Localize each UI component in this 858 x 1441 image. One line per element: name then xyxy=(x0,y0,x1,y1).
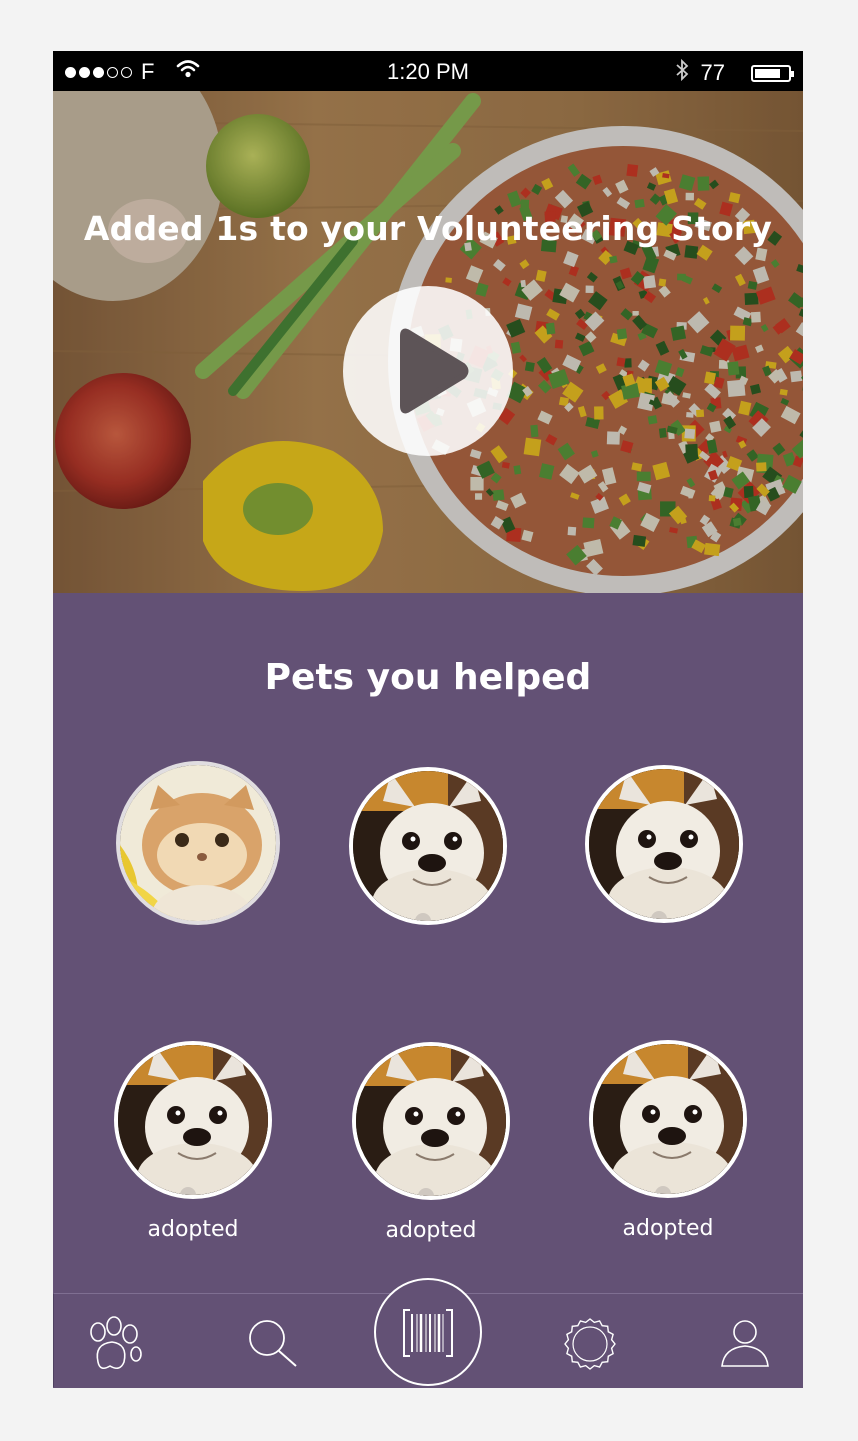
pet-card[interactable]: adopted xyxy=(588,1040,748,1241)
pet-status: adopted xyxy=(385,1218,477,1243)
tab-pets[interactable] xyxy=(84,1314,144,1374)
pets-grid: adopted adopted adopted xyxy=(53,51,803,1291)
search-icon xyxy=(249,1320,297,1367)
pet-card[interactable] xyxy=(584,765,744,941)
pet-status: adopted xyxy=(622,1216,714,1241)
phone-screen: F 1:20 PM 77 Added 1s to your Volunteeri… xyxy=(53,51,803,1388)
paw-icon xyxy=(90,1316,142,1370)
pet-avatar[interactable] xyxy=(352,1042,510,1200)
profile-icon xyxy=(721,1320,769,1367)
tab-profile[interactable] xyxy=(716,1314,776,1374)
tab-search[interactable] xyxy=(242,1314,302,1374)
barcode-scan-icon xyxy=(403,1309,453,1357)
pet-status: adopted xyxy=(147,1217,239,1242)
pet-avatar[interactable] xyxy=(349,767,507,925)
pet-avatar[interactable] xyxy=(114,1041,272,1199)
pet-avatar[interactable] xyxy=(585,765,743,923)
tab-bar xyxy=(53,1278,803,1387)
pet-card[interactable]: adopted xyxy=(113,1041,273,1242)
pet-card[interactable] xyxy=(348,767,508,943)
pet-card[interactable] xyxy=(116,761,280,943)
scan-button[interactable] xyxy=(374,1278,482,1386)
pet-avatar[interactable] xyxy=(116,761,280,925)
badge-icon xyxy=(564,1318,616,1370)
tab-badges[interactable] xyxy=(560,1314,620,1374)
pet-card[interactable]: adopted xyxy=(351,1042,511,1243)
pet-avatar[interactable] xyxy=(589,1040,747,1198)
